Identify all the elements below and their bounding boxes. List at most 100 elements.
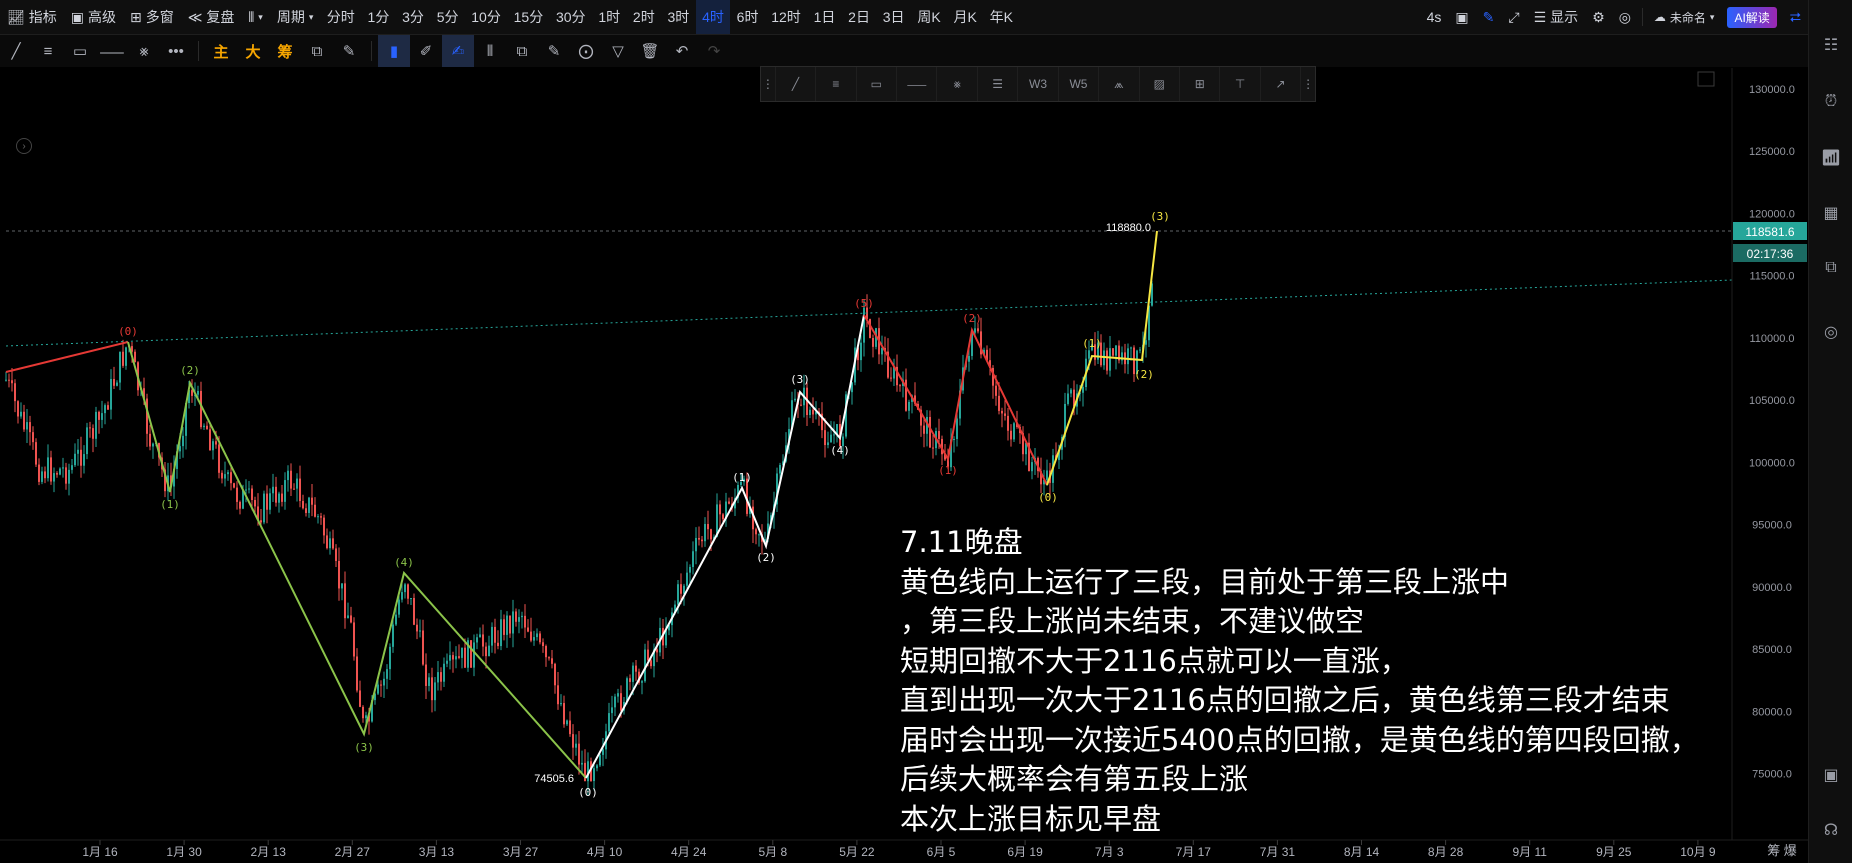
candle-body [134, 351, 136, 363]
bookmark-tool[interactable]: ▮ [378, 35, 410, 67]
timeframe-11[interactable]: 6时 [730, 0, 765, 34]
magnet-tool[interactable]: ⨀ [570, 35, 602, 67]
wave5-tool[interactable]: W5 [1059, 67, 1100, 101]
candle-body [929, 416, 931, 448]
timeframe-14[interactable]: 2日 [842, 0, 877, 34]
wave-label: (0) [578, 786, 598, 799]
wave3-tool[interactable]: W3 [1018, 67, 1059, 101]
fullscreen-button[interactable]: ⤢ [1501, 0, 1526, 34]
image-tool[interactable]: ▨ [1140, 67, 1181, 101]
ai-interpret-button[interactable]: AI解读 [1727, 6, 1777, 28]
brush-tool[interactable]: ✎ [333, 35, 365, 67]
chart-type-button[interactable]: ⫴ ▾ [241, 0, 269, 34]
draw-mode-tool[interactable]: ✍ [442, 35, 474, 67]
horizontal-lines-tool[interactable]: ≡ [32, 35, 64, 67]
candle-body [557, 685, 559, 705]
pen-button[interactable]: ✎ [1476, 0, 1502, 34]
timeframe-15[interactable]: 3日 [876, 0, 911, 34]
timeframe-1[interactable]: 1分 [361, 0, 396, 34]
timeframe-3[interactable]: 5分 [430, 0, 465, 34]
drag-handle-icon[interactable]: ⋮ [1301, 67, 1315, 101]
text-tool[interactable]: ⊤ [1220, 67, 1261, 101]
candle-body [68, 469, 70, 484]
channel-tool[interactable]: ⸺ [897, 67, 938, 101]
display-button[interactable]: ☰ 显示 [1527, 0, 1586, 34]
compare-tool[interactable]: ⧉ [301, 35, 333, 67]
candle-body [1112, 348, 1114, 356]
alarm-icon[interactable]: ⏰︎ [1821, 92, 1841, 112]
main-chip-tool[interactable]: 主 [205, 35, 237, 67]
chips-tool[interactable]: 筹 [269, 35, 301, 67]
maximize-icon[interactable] [1697, 71, 1715, 87]
price-tick-label: 90000.0 [1752, 582, 1792, 594]
layout-name-dropdown[interactable]: ☁ 未命名 ▾ [1647, 0, 1722, 34]
period-dropdown[interactable]: 周期 ▾ [270, 0, 321, 34]
candle-body [890, 377, 892, 379]
timeframe-17[interactable]: 月K [947, 0, 983, 34]
candle-body [503, 619, 505, 635]
measure-tool[interactable]: ⨳ [128, 35, 160, 67]
timeframe-18[interactable]: 年K [983, 0, 1019, 34]
settings-button[interactable]: ⚙ [1585, 0, 1612, 34]
delete-tool[interactable]: 🗑︎ [634, 35, 666, 67]
multi-window-button[interactable]: ⊞ 多窗 [123, 0, 181, 34]
timeframe-10[interactable]: 4时 [695, 0, 731, 34]
gear-icon: ⚙ [1592, 8, 1605, 25]
copy-tool[interactable]: ⧉ [506, 35, 538, 67]
candle-tool[interactable]: ⫴ [474, 35, 506, 67]
parallel-tool[interactable]: ≡ [816, 67, 857, 101]
wave-label: (2) [756, 551, 776, 564]
latency-indicator: 4s [1420, 0, 1449, 34]
replay-button[interactable]: ≪ 复盘 [181, 0, 242, 34]
timeframe-5[interactable]: 15分 [507, 0, 549, 34]
panel-icon[interactable]: ▣ [1821, 765, 1841, 785]
time-tick-label: 2月 13 [251, 845, 287, 859]
candle-body [86, 427, 88, 455]
trendline-tool[interactable]: ╱ [0, 35, 32, 67]
trend-icon[interactable]: ▦ [1821, 203, 1841, 223]
candle-body [968, 355, 970, 362]
line-tool[interactable]: ╱ [776, 67, 817, 101]
timeframe-0[interactable]: 分时 [320, 0, 361, 34]
notes-icon[interactable]: ☷ [1821, 35, 1841, 55]
timeframe-16[interactable]: 周K [911, 0, 947, 34]
chart-settings-icon[interactable]: › [16, 138, 32, 154]
candle-body [527, 627, 529, 632]
candle-body [266, 493, 268, 510]
signal-icon[interactable]: 📶︎ [1821, 148, 1841, 168]
pattern-tool[interactable]: ⩕ [1099, 67, 1140, 101]
headset-icon[interactable]: ☊ [1821, 820, 1841, 840]
timeframe-12[interactable]: 12时 [765, 0, 807, 34]
undo-button[interactable]: ↶ [666, 35, 698, 67]
ruler-tool[interactable]: ✐ [410, 35, 442, 67]
candle-body [212, 441, 214, 451]
big-tool[interactable]: 大 [237, 35, 269, 67]
advanced-button[interactable]: ▣ 高级 [64, 0, 123, 34]
drag-handle-icon[interactable]: ⋮ [761, 67, 776, 101]
snapshot-button[interactable]: ◎ [1612, 0, 1638, 34]
timeframe-9[interactable]: 3时 [661, 0, 696, 34]
redo-button[interactable]: ↷ [698, 35, 730, 67]
rect-tool[interactable]: ▭ [857, 67, 898, 101]
timeframe-6[interactable]: 30分 [550, 0, 592, 34]
timeframe-7[interactable]: 1时 [592, 0, 627, 34]
share-button[interactable]: ⮂ [1783, 0, 1808, 34]
candle-body [362, 706, 364, 719]
indicators-button[interactable]: 📈︎ 指标 [0, 0, 64, 34]
pattern-tool[interactable]: ⸺ [96, 35, 128, 67]
timeframe-2[interactable]: 3分 [396, 0, 431, 34]
edit-tool[interactable]: ✎ [538, 35, 570, 67]
screenshot-button[interactable]: ▣ [1448, 0, 1475, 34]
more-tools-button[interactable]: ••• [160, 35, 192, 67]
community-icon[interactable]: ◎ [1821, 322, 1841, 342]
arrow-tool[interactable]: ↗ [1261, 67, 1302, 101]
filter-tool[interactable]: ▽ [602, 35, 634, 67]
fib-tool[interactable]: ☰ [978, 67, 1019, 101]
gann-tool[interactable]: ⨳ [937, 67, 978, 101]
timeframe-4[interactable]: 10分 [465, 0, 507, 34]
timeframe-13[interactable]: 1日 [807, 0, 842, 34]
timeframe-8[interactable]: 2时 [627, 0, 662, 34]
rectangle-tool[interactable]: ▭ [64, 35, 96, 67]
layers-icon[interactable]: ⧉ [1821, 258, 1841, 278]
add-tool[interactable]: ⊞ [1180, 67, 1221, 101]
